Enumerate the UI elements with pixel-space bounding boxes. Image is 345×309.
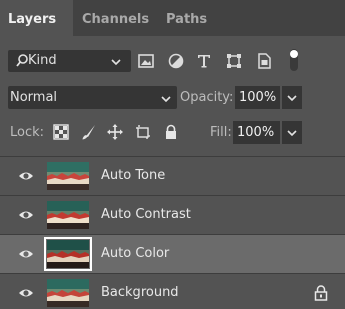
fill-label: Fill:: [210, 125, 232, 140]
layer-row[interactable]: Auto Contrast: [0, 195, 345, 234]
tab-paths[interactable]: Paths: [166, 0, 207, 36]
chevron-down-icon: [287, 95, 297, 102]
image-filter-icon[interactable]: [136, 51, 156, 71]
opacity-input[interactable]: 100%: [235, 86, 280, 109]
blend-options-bar: Normal Opacity: 100%: [0, 86, 345, 110]
layers-list: Auto Tone Auto Contrast Auto Color Backg…: [0, 156, 345, 309]
fill-input[interactable]: 100%: [233, 121, 280, 144]
adjustment-filter-icon[interactable]: [166, 51, 186, 71]
blend-mode-select[interactable]: Normal: [8, 86, 177, 109]
layer-row[interactable]: Auto Tone: [0, 156, 345, 195]
panel-tab-bar: Layers Channels Paths: [0, 0, 345, 36]
lock-options-bar: Lock: Fill: 100%: [0, 116, 345, 148]
shape-filter-icon[interactable]: [224, 51, 244, 71]
blend-mode-value: Normal: [10, 90, 58, 105]
chevron-down-icon: [287, 130, 297, 137]
layer-thumbnail: [47, 162, 89, 190]
fill-slider-button[interactable]: [282, 121, 302, 144]
lock-label: Lock:: [10, 125, 45, 140]
layer-name: Auto Tone: [101, 168, 166, 183]
layer-name: Auto Color: [101, 246, 170, 261]
lock-icon[interactable]: [314, 285, 328, 301]
lock-position-icon[interactable]: [107, 124, 123, 140]
lock-transparent-pixels-icon[interactable]: [53, 124, 69, 140]
layer-thumbnail: [44, 237, 92, 271]
filter-kind-select[interactable]: Kind: [8, 50, 131, 72]
tab-channels[interactable]: Channels: [82, 0, 149, 36]
filter-toggle-icon[interactable]: [284, 47, 304, 73]
eye-icon[interactable]: [18, 208, 34, 222]
eye-icon[interactable]: [18, 247, 34, 261]
layer-filter-bar: Kind: [0, 42, 345, 80]
eye-icon[interactable]: [18, 286, 34, 300]
layer-name: Background: [101, 285, 179, 300]
chevron-down-icon: [110, 54, 122, 68]
smart-object-filter-icon[interactable]: [254, 51, 274, 71]
lock-image-pixels-icon[interactable]: [81, 124, 97, 140]
layer-thumbnail: [47, 201, 89, 229]
filter-kind-label: Kind: [28, 53, 57, 68]
layer-row[interactable]: Auto Color: [0, 234, 345, 273]
layer-name: Auto Contrast: [101, 207, 191, 222]
layer-thumbnail: [47, 279, 89, 307]
opacity-slider-button[interactable]: [282, 86, 302, 109]
type-filter-icon[interactable]: [194, 51, 214, 71]
search-icon: [16, 53, 28, 69]
lock-artboard-icon[interactable]: [135, 124, 151, 140]
opacity-label: Opacity:: [180, 90, 234, 105]
chevron-down-icon: [160, 91, 172, 105]
lock-all-icon[interactable]: [163, 124, 179, 140]
layer-row[interactable]: Background: [0, 273, 345, 309]
tab-layers[interactable]: Layers: [0, 0, 73, 36]
eye-icon[interactable]: [18, 169, 34, 183]
